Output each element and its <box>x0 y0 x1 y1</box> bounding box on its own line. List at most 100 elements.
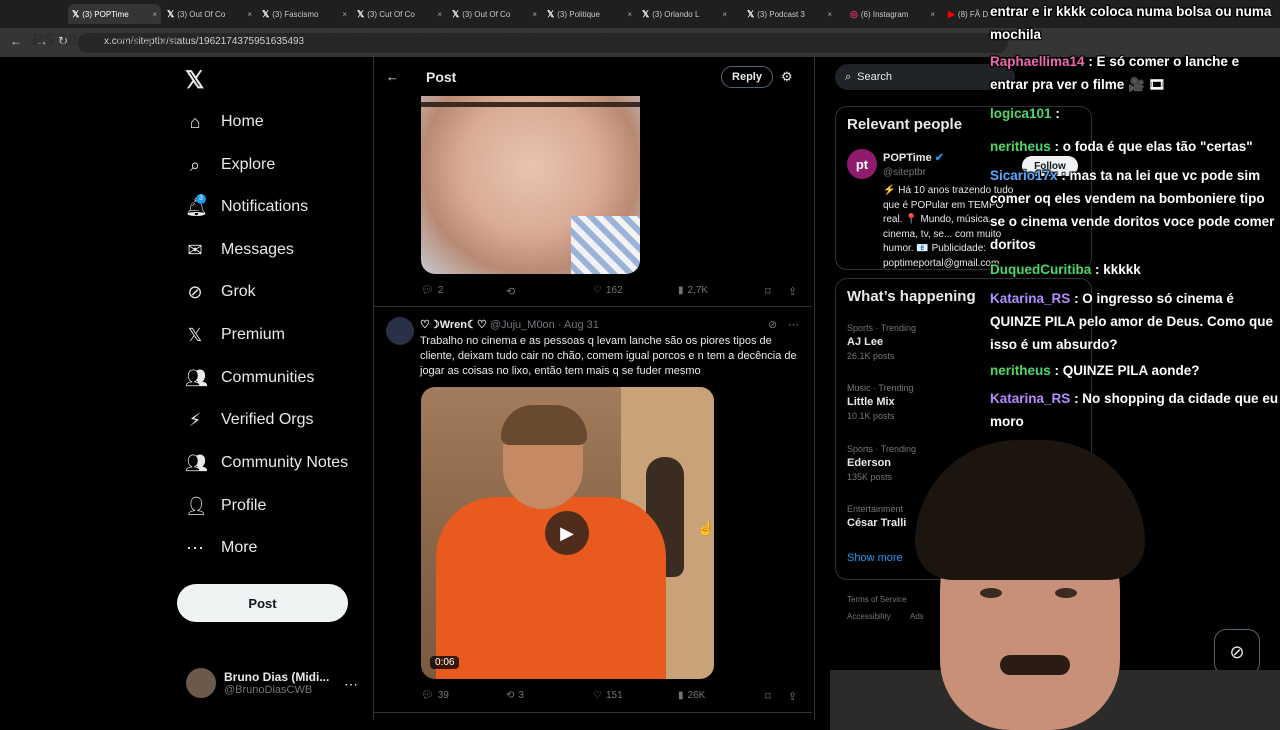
settings-sliders-icon[interactable]: ⚙ <box>781 69 793 85</box>
more-icon[interactable]: ⋯ <box>344 676 358 693</box>
close-icon[interactable]: × <box>930 10 935 19</box>
mail-icon: ✉ <box>187 239 203 260</box>
person-name[interactable]: POPTime ✔ <box>883 151 944 164</box>
reply-icon: 💬︎ <box>421 690 434 701</box>
x-logo-icon: 𝕏 <box>642 8 650 19</box>
bookmark-action[interactable]: ⌑ <box>765 285 771 298</box>
browser-tab[interactable]: 𝕏 (3) Orlando L × <box>638 4 731 24</box>
trend-item[interactable]: Sports · Trending AJ Lee 26.1K posts <box>847 323 916 361</box>
browser-tab[interactable]: 𝕏 (3) Out Of Co × <box>448 4 541 24</box>
share-action[interactable]: ⇪ <box>788 690 797 703</box>
overlay-price: R$ 10,00 <box>302 30 371 49</box>
share-icon: ⇪ <box>788 286 798 298</box>
post-button[interactable]: Post <box>177 584 348 622</box>
bookmark-icon: ⌑ <box>765 286 771 298</box>
repost-icon: ⟲ <box>506 286 516 298</box>
back-arrow-icon[interactable]: ← <box>386 69 399 84</box>
bookmark-action[interactable]: ⌑ <box>765 690 771 703</box>
chat-message: Katarina_RS : No shopping da cidade que … <box>990 391 1279 429</box>
avatar[interactable] <box>386 317 414 345</box>
card-title: Relevant people <box>847 116 963 133</box>
repost-action[interactable]: ⟲ 3 <box>506 690 524 701</box>
reply-action[interactable]: 💬︎ 2 <box>421 285 443 296</box>
sidebar-item-community-notes[interactable]: 👥︎ Community Notes <box>185 445 348 481</box>
account-switcher[interactable]: Bruno Dias (Midi... @BrunoDiasCWB <box>186 668 329 698</box>
chat-message: Raphaellima14 : E só comer o lanche e en… <box>990 54 1240 92</box>
close-icon[interactable]: × <box>532 10 537 19</box>
avatar <box>186 668 216 698</box>
sidebar-item-home[interactable]: ⌂ Home <box>185 104 264 140</box>
browser-tab[interactable]: 𝕏 (3) POPTime × <box>68 4 161 24</box>
share-icon: ⇪ <box>788 691 798 703</box>
reply-action[interactable]: 💬︎ 39 <box>421 690 449 701</box>
tweet-dot: · <box>557 319 562 331</box>
close-icon[interactable]: × <box>627 10 632 19</box>
person-handle[interactable]: @siteptbr <box>883 167 926 178</box>
sidebar-item-explore[interactable]: ⌕ Explore <box>185 147 275 183</box>
webcam-detail <box>980 588 1002 598</box>
chat-message: Sicario17x : mas ta na lei que vc pode s… <box>990 168 1275 252</box>
tweet-author-name[interactable]: ♡☽Wren☾♡ <box>420 319 487 331</box>
bolt-icon: ⚡︎ <box>188 409 202 430</box>
trend-item[interactable]: Music · Trending Little Mix 10.1K posts <box>847 383 914 421</box>
video-frame-detail <box>501 405 587 445</box>
avatar[interactable]: pt <box>847 149 877 179</box>
close-icon[interactable]: × <box>152 10 157 19</box>
browser-tab[interactable]: 𝕏 (3) Out Of Co × <box>163 4 256 24</box>
bookmark-icon: ⌑ <box>765 691 771 703</box>
more-icon[interactable]: ⋯ <box>788 318 799 331</box>
sidebar-item-profile[interactable]: 👤︎ Profile <box>185 488 266 524</box>
close-icon[interactable]: × <box>827 10 832 19</box>
more-icon: ⋯ <box>186 537 204 558</box>
tweet-date[interactable]: Aug 31 <box>564 319 599 331</box>
x-logo-icon[interactable]: 𝕏 <box>185 66 204 95</box>
sidebar-item-verified-orgs[interactable]: ⚡︎ Verified Orgs <box>185 402 314 438</box>
browser-tab[interactable]: 𝕏 (3) Politique × <box>543 4 636 24</box>
like-action[interactable]: ♡ 162 <box>593 285 623 296</box>
sidebar-item-messages[interactable]: ✉ Messages <box>185 232 293 268</box>
search-icon: ⌕ <box>845 70 852 83</box>
post-image-detail <box>571 216 640 274</box>
heart-icon: ♡ <box>593 285 602 296</box>
close-icon[interactable]: × <box>247 10 252 19</box>
close-icon[interactable]: × <box>342 10 347 19</box>
x-logo-icon: 𝕏 <box>747 8 755 19</box>
play-icon[interactable]: ▶ <box>545 511 589 555</box>
back-icon[interactable]: ← <box>10 34 22 48</box>
browser-tab[interactable]: 𝕏 (3) Podcast 3 × <box>743 4 836 24</box>
verified-icon: ✔ <box>934 152 944 164</box>
overlay-price: R$ 10,00 <box>32 30 101 49</box>
search-input[interactable]: ⌕ Search <box>835 64 1015 90</box>
overlay-price: R$ 10 <box>571 30 617 49</box>
grok-icon[interactable]: ⊘ <box>768 318 777 331</box>
webcam-detail <box>1000 655 1070 675</box>
sidebar-item-premium[interactable]: 𝕏 Premium <box>185 317 285 353</box>
close-icon[interactable]: × <box>437 10 442 19</box>
close-icon[interactable]: × <box>722 10 727 19</box>
like-action[interactable]: ♡ 151 <box>593 690 623 701</box>
home-icon: ⌂ <box>189 111 201 132</box>
post-image[interactable] <box>421 96 640 274</box>
views-action[interactable]: ▮ 2,7K <box>678 285 708 296</box>
divider <box>374 712 812 713</box>
reply-button[interactable]: Reply <box>721 66 773 88</box>
x-logo-icon: 𝕏 <box>357 8 365 19</box>
sidebar-item-grok[interactable]: ⊘ Grok <box>185 274 255 310</box>
browser-tab[interactable]: 𝕏 (3) Cut Of Co × <box>353 4 446 24</box>
post-image-detail <box>421 102 640 141</box>
sidebar-item-communities[interactable]: 👥︎ Communities <box>185 360 314 396</box>
divider <box>374 306 812 307</box>
x-logo-icon: 𝕏 <box>167 8 175 19</box>
views-action[interactable]: ▮ 26K <box>678 690 705 701</box>
search-icon: ⌕ <box>189 154 201 175</box>
tweet-author-handle[interactable]: @Juju_M0on <box>490 319 555 331</box>
overlay-price: R$ 5,00 <box>117 30 177 49</box>
cursor-icon: ☝ <box>697 520 715 536</box>
youtube-icon: ▶ <box>948 8 955 19</box>
repost-action[interactable]: ⟲ <box>506 285 515 298</box>
browser-tab[interactable]: ▶ (8) FÃ D <box>944 4 990 24</box>
browser-tab[interactable]: ◎ (6) Instagram × <box>846 4 939 24</box>
sidebar-item-more[interactable]: ⋯ More <box>185 530 257 566</box>
browser-tab[interactable]: 𝕏 (3) Fascismo × <box>258 4 351 24</box>
share-action[interactable]: ⇪ <box>788 285 797 298</box>
